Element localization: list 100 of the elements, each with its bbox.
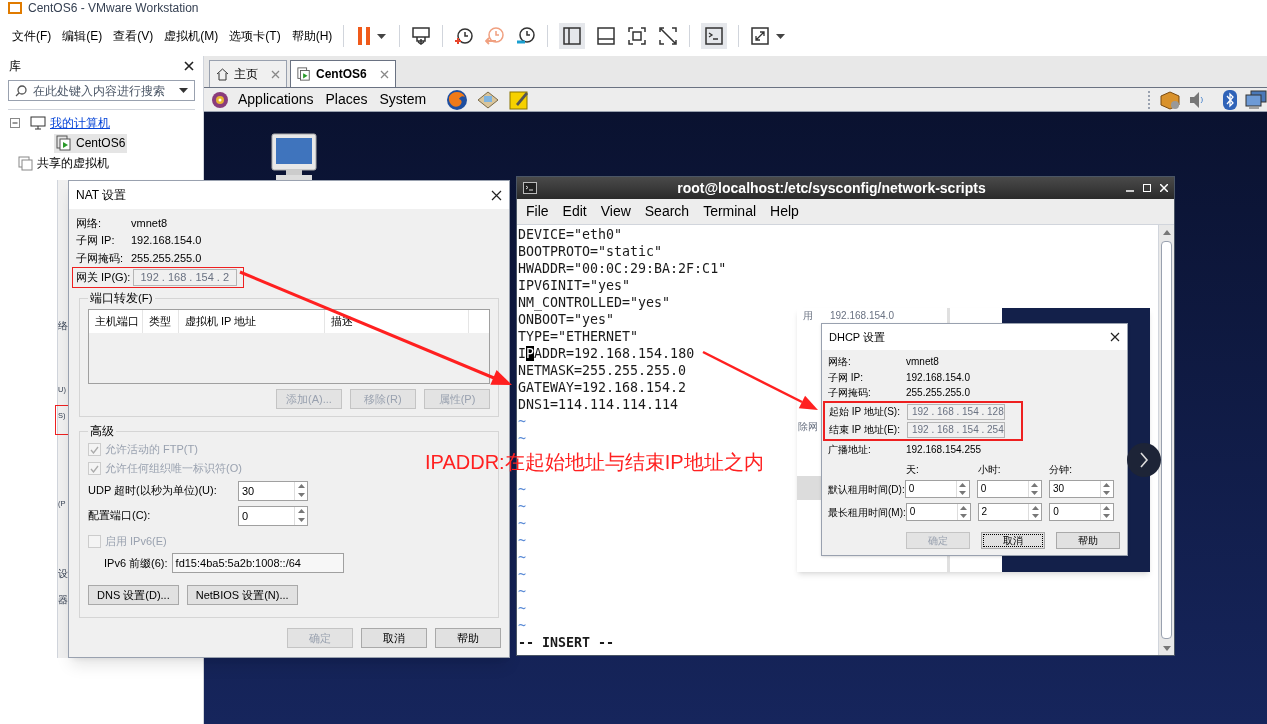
button[interactable]: 取消: [361, 628, 427, 648]
menu-item[interactable]: 文件(F): [12, 27, 52, 45]
caret-up-icon[interactable]: [1162, 229, 1171, 235]
collapse-toggle-icon[interactable]: [10, 118, 20, 128]
caret-up-icon[interactable]: [297, 484, 305, 488]
caret-down-icon[interactable]: [297, 518, 305, 522]
package-icon[interactable]: [1159, 89, 1181, 110]
caret-down-icon[interactable]: [1162, 645, 1171, 651]
maximize-icon[interactable]: [1143, 184, 1151, 192]
caret-down-icon[interactable]: [959, 491, 967, 495]
caret-down-icon[interactable]: [297, 493, 305, 497]
fullscreen-icon[interactable]: [627, 26, 648, 46]
menu-item[interactable]: Applications: [238, 89, 314, 110]
snapshot-icon[interactable]: [454, 26, 475, 46]
text-field[interactable]: fd15:4ba5:5a2b:1008::/64: [171, 553, 344, 573]
menu-item[interactable]: 选项卡(T): [229, 27, 281, 45]
empty-line-marker: ~: [518, 617, 526, 634]
ip-field[interactable]: 192 . 168 . 154 . 128: [907, 403, 1005, 420]
menu-item[interactable]: 编辑(E): [62, 27, 103, 45]
notes-icon[interactable]: [508, 88, 531, 111]
checkbox-label: 允许活动的 FTP(T): [105, 442, 198, 458]
menu-item[interactable]: 查看(V): [113, 27, 154, 45]
text-fragment: 络: [58, 320, 68, 332]
field-label: 子网掩码:: [828, 386, 872, 401]
empty-line-marker: ~: [518, 413, 526, 430]
close-icon[interactable]: [184, 61, 194, 71]
empty-line-marker: ~: [518, 515, 526, 532]
close-icon[interactable]: [491, 189, 502, 201]
tab[interactable]: 主页: [209, 60, 287, 87]
caret-down-icon[interactable]: [1031, 491, 1039, 495]
spin-field[interactable]: 2: [977, 503, 1043, 521]
menu-item[interactable]: Help: [770, 201, 799, 222]
spin-field[interactable]: 30: [1048, 480, 1114, 498]
caret-down-icon[interactable]: [1031, 514, 1039, 518]
column-header[interactable]: 虚拟机 IP 地址: [179, 309, 325, 333]
caret-up-icon[interactable]: [297, 509, 305, 513]
field-value: 255.255.255.0: [131, 250, 202, 266]
caret-up-icon[interactable]: [1031, 506, 1039, 510]
menu-item[interactable]: View: [600, 201, 631, 222]
ip-field[interactable]: 192 . 168 . 154 . 254: [907, 421, 1005, 438]
menu-item[interactable]: Search: [644, 201, 690, 222]
computer-icon[interactable]: [270, 133, 318, 180]
caret-up-icon[interactable]: [1103, 483, 1111, 487]
snapshot-manager-icon[interactable]: [516, 26, 537, 46]
bottom-panel-view-icon[interactable]: [596, 26, 617, 46]
menu-item[interactable]: Terminal: [703, 201, 757, 222]
spin-field[interactable]: 0: [1049, 503, 1114, 521]
gnome-foot-icon[interactable]: [210, 89, 230, 110]
scrollbar-thumb[interactable]: [1161, 241, 1172, 639]
button[interactable]: DNS 设置(D)...: [88, 585, 179, 605]
menu-item[interactable]: File: [526, 201, 549, 222]
menu-item[interactable]: Places: [325, 89, 368, 110]
dialog-title: NAT 设置: [76, 187, 127, 204]
sidebar-view-icon[interactable]: [559, 23, 586, 49]
column-header: 天:: [906, 463, 920, 477]
caret-up-icon[interactable]: [960, 506, 967, 510]
code-line: DEVICE="eth0": [518, 226, 623, 243]
spin-field[interactable]: 30: [238, 480, 308, 501]
caret-up-icon[interactable]: [1031, 483, 1039, 487]
caret-up-icon[interactable]: [959, 483, 967, 487]
spin-field[interactable]: 0: [904, 480, 970, 498]
empty-line-marker: ~: [518, 583, 526, 600]
caret-down-icon[interactable]: [960, 514, 967, 518]
text-fragment: 用: [803, 310, 813, 322]
caret-down-icon[interactable]: [1103, 491, 1111, 495]
network-icon[interactable]: [1245, 89, 1267, 110]
home-icon: [216, 67, 229, 81]
menu-item[interactable]: Edit: [562, 201, 587, 222]
tree-item[interactable]: CentOS6: [54, 133, 128, 153]
text-fragment: 设: [58, 568, 68, 580]
pause-button[interactable]: [355, 27, 389, 45]
tree-item[interactable]: 我的计算机: [28, 113, 112, 133]
spin-field[interactable]: 0: [905, 503, 971, 521]
bluetooth-icon[interactable]: [1223, 89, 1237, 110]
caret-down-icon[interactable]: [1103, 514, 1111, 518]
scrollbar[interactable]: [1158, 225, 1174, 655]
tree-item[interactable]: 共享的虚拟机: [16, 153, 111, 173]
browser-icon[interactable]: [446, 88, 469, 111]
button[interactable]: NetBIOS 设置(N)...: [186, 585, 298, 605]
column-header[interactable]: 主机端口: [89, 309, 143, 333]
search-field[interactable]: 在此处键入内容进行搜索: [8, 80, 195, 101]
column-header[interactable]: 类型: [143, 309, 179, 333]
spin-field[interactable]: 0: [238, 505, 308, 526]
button[interactable]: 取消: [981, 531, 1045, 549]
menu-item[interactable]: 帮助(H): [291, 27, 333, 45]
close-icon[interactable]: [1110, 332, 1120, 342]
button[interactable]: 帮助: [435, 628, 501, 648]
console-icon[interactable]: [701, 23, 728, 49]
stretch-button[interactable]: [750, 26, 786, 46]
vm-icon: [297, 67, 311, 81]
caret-up-icon[interactable]: [1103, 506, 1111, 510]
button[interactable]: 帮助: [1056, 531, 1120, 549]
menu-item[interactable]: 虚拟机(M): [164, 27, 219, 45]
send-keys-icon[interactable]: [411, 27, 432, 45]
unity-view-icon[interactable]: [658, 26, 679, 46]
window-title: root@localhost:/etc/sysconfig/network-scripts: [676, 178, 987, 198]
empty-line-marker: ~: [518, 566, 526, 583]
spin-field[interactable]: 0: [976, 480, 1042, 498]
menu-item[interactable]: System: [379, 89, 427, 110]
tab[interactable]: CentOS6: [290, 60, 396, 87]
